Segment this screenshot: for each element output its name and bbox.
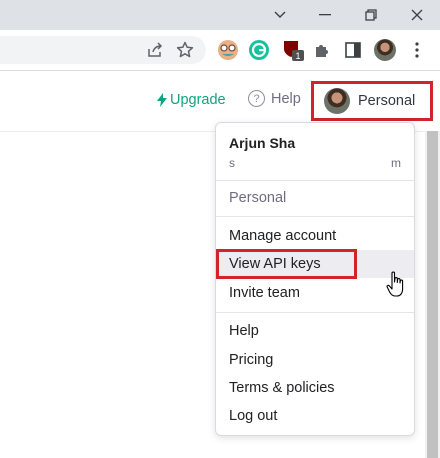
user-email-end: m [391,156,401,170]
profile-avatar[interactable] [373,38,397,62]
menu-divider [216,180,414,181]
restore-icon[interactable] [348,0,394,30]
upgrade-link[interactable]: Upgrade [157,92,226,108]
menu-user-info: Arjun Sha s m [229,135,401,170]
menu-item-label: Log out [229,408,278,424]
scrollbar-thumb[interactable] [427,131,438,458]
glasses-extension-icon[interactable] [216,38,240,62]
browser-toolbar: 1 [0,30,440,71]
account-dropdown-menu: Arjun Sha s m Personal Manage account Vi… [215,122,415,436]
menu-divider [216,312,414,313]
personal-account-button[interactable]: Personal [311,81,433,121]
sidebar-icon[interactable] [341,38,365,62]
organization-label: Personal [229,190,287,206]
user-email: s m [229,156,401,170]
svg-text:1: 1 [295,51,300,61]
puzzle-extensions-icon[interactable] [310,38,334,62]
avatar [324,88,350,114]
menu-item-label: Invite team [229,285,300,301]
ublock-extension-icon[interactable]: 1 [281,38,305,62]
user-name: Arjun Sha [229,135,296,151]
menu-item-invite-team[interactable]: Invite team [216,279,414,307]
browser-title-bar [0,0,440,30]
personal-label: Personal [358,93,416,109]
menu-item-label: Pricing [229,352,274,368]
menu-divider [216,216,414,217]
minimize-icon[interactable] [302,0,348,30]
menu-item-terms-policies[interactable]: Terms & policies [216,374,414,402]
highlight-annotation [216,249,357,279]
menu-item-label: Help [229,323,259,339]
grammarly-extension-icon[interactable] [247,38,271,62]
menu-item-log-out[interactable]: Log out [216,402,414,430]
help-link[interactable]: ? Help [248,90,301,107]
menu-item-label: Manage account [229,228,337,244]
close-icon[interactable] [394,0,440,30]
user-email-start: s [229,156,235,170]
question-circle-icon: ? [248,90,265,107]
upgrade-label: Upgrade [170,92,226,108]
page-scrollbar[interactable] [425,131,440,458]
share-icon[interactable] [143,38,167,62]
help-label: Help [271,90,301,107]
star-icon[interactable] [173,38,197,62]
chevron-down-icon[interactable] [257,0,303,30]
menu-item-label: Terms & policies [229,380,335,396]
menu-item-manage-account[interactable]: Manage account [216,222,414,250]
menu-item-help[interactable]: Help [216,317,414,345]
hand-cursor-icon [386,271,404,297]
kebab-menu-icon[interactable] [405,38,429,62]
lightning-icon [157,93,167,107]
menu-item-pricing[interactable]: Pricing [216,346,414,374]
